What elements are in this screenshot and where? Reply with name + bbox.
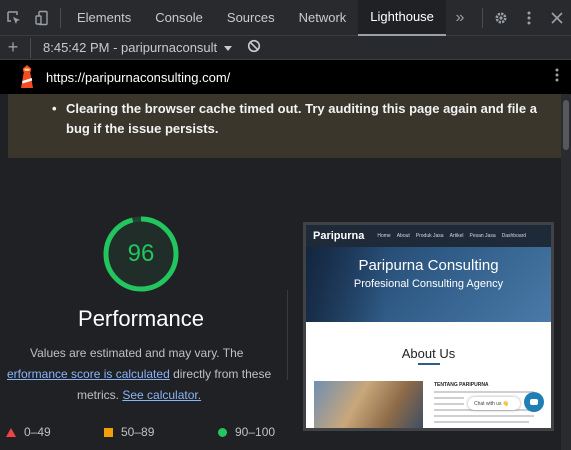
tab-elements[interactable]: Elements [65,0,143,36]
close-icon[interactable] [543,0,571,36]
see-calculator-link[interactable]: See calculator. [122,388,201,402]
report-select-label: 8:45:42 PM - paripurnaconsult [43,40,218,55]
site-about-underline [418,363,440,365]
report-url-bar: https://paripurnaconsulting.com/ [0,60,571,94]
score-calculated-link[interactable]: erformance score is calculated [7,367,170,381]
tab-separator [60,7,61,28]
report-url[interactable]: https://paripurnaconsulting.com/ [46,70,230,85]
legend-pass-label: 90–100 [235,425,276,439]
pass-circle-icon [218,427,227,437]
site-nav-home: Home [377,233,391,239]
tab-network[interactable]: Network [287,0,359,36]
site-nav-produk: Produk Jasa [415,233,444,239]
description-metrics-text: metrics. [77,388,119,402]
fail-triangle-icon [6,427,16,437]
report-scrollbar-thumb[interactable] [563,100,569,150]
legend-pass: 90–100 [218,425,275,439]
warning-bullet: • [52,101,57,116]
inspect-element-icon[interactable] [0,0,28,36]
site-text-line [434,391,534,393]
site-text-line [434,403,464,405]
section-divider [287,290,288,380]
site-chat-bubble: Chat with us 👋 [468,397,520,410]
lighthouse-logo-icon [21,65,33,88]
site-section-label: TENTANG PARIPURNA [434,382,489,388]
warning-text: Clearing the browser cache timed out. Tr… [66,101,537,136]
site-text-line [434,421,529,423]
site-about-heading: About Us [401,346,456,361]
performance-title: Performance [78,306,204,331]
site-text-line [434,415,534,417]
tab-sources[interactable]: Sources [215,0,287,36]
chevron-down-icon [224,45,233,51]
devtools-tab-bar: Elements Console Sources Network Lightho… [0,0,571,36]
tab-console[interactable]: Console [143,0,215,36]
legend-average: 50–89 [104,425,154,439]
site-text-line [434,397,464,399]
more-tabs-button[interactable]: » [446,0,474,36]
legend-fail-label: 0–49 [24,425,51,439]
description-line-2: erformance score is calculated directly … [7,367,271,381]
site-hero-title: Paripurna Consulting [358,257,499,274]
site-brand: Paripurna [313,230,365,242]
tab-separator-right [482,7,483,28]
description-line-2-rest: directly from these [169,367,272,381]
runtime-warning: • Clearing the browser cache timed out. … [8,94,561,158]
clear-all-button[interactable] [247,39,261,56]
report-select[interactable]: 8:45:42 PM - paripurnaconsult [43,40,233,55]
tab-lighthouse[interactable]: Lighthouse [358,0,446,36]
site-about-photo [314,381,423,428]
description-line-3: metrics. See calculator. [77,388,201,402]
more-vertical-icon[interactable] [515,0,543,36]
site-hero-subtitle: Profesional Consulting Agency [353,278,504,290]
toolbar-separator [30,37,31,58]
description-line-1: Values are estimated and may vary. The [30,346,244,360]
new-report-button[interactable]: + [0,37,26,58]
site-navbar: Paripurna Home About Produk Jasa Artikel… [306,225,551,247]
devtools-window: Elements Console Sources Network Lightho… [0,0,571,450]
legend-average-label: 50–89 [121,425,155,439]
device-toolbar-icon[interactable] [28,0,56,36]
settings-gear-icon[interactable] [487,0,515,36]
site-nav-dashboard: Dashboard [501,233,527,239]
report-menu-icon[interactable] [555,67,559,88]
site-nav-artikel: Artikel [449,233,464,239]
average-square-icon [104,427,113,437]
final-screenshot-thumbnail[interactable]: Paripurna Home About Produk Jasa Artikel… [303,222,554,431]
site-nav-about: About [396,233,410,239]
legend-fail: 0–49 [6,425,51,439]
performance-score: 96 [127,240,155,267]
lighthouse-toolbar: + 8:45:42 PM - paripurnaconsult [0,36,571,60]
site-chat-button-icon [524,392,544,412]
block-icon [248,39,261,53]
site-nav-pesan: Pesan Jasa [469,233,496,239]
